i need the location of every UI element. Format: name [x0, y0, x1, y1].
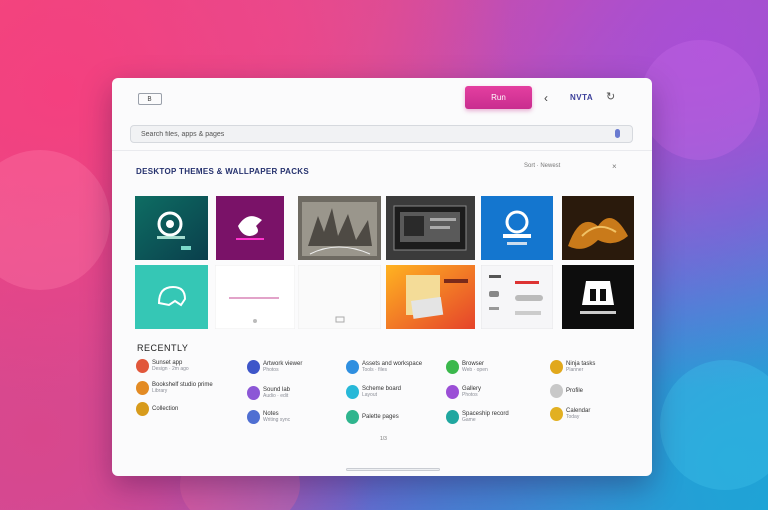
divider	[112, 150, 652, 151]
blue-logo-icon	[481, 196, 553, 260]
recent-item-subtitle: Web · open	[462, 366, 488, 373]
theme-tile-9[interactable]	[298, 265, 381, 329]
recent-item-subtitle: Library	[152, 387, 168, 394]
theme-tile-12[interactable]	[562, 265, 634, 329]
app-icon	[550, 407, 563, 421]
app-icon	[346, 410, 359, 424]
app-icon	[550, 360, 563, 374]
teal-logo-icon	[135, 196, 208, 260]
app-icon	[550, 384, 563, 398]
search-input[interactable]	[141, 130, 581, 138]
mint-elephant-icon	[135, 265, 208, 329]
theme-tile-5[interactable]	[481, 196, 553, 260]
app-icon	[136, 381, 149, 395]
app-icon	[247, 360, 260, 374]
app-icon	[446, 360, 459, 374]
recent-item-subtitle: Tools · files	[362, 366, 388, 373]
sketch-city-icon	[298, 196, 381, 260]
app-icon	[446, 410, 459, 424]
recent-item[interactable]: Spaceship record Game	[446, 410, 509, 424]
account-label[interactable]: NVTA	[570, 93, 593, 102]
theme-tile-7[interactable]	[135, 265, 208, 329]
recent-item[interactable]: Profile	[550, 384, 583, 398]
recent-item-subtitle: Audio · edit	[263, 392, 289, 399]
magenta-bird-icon	[216, 196, 284, 260]
theme-tile-10[interactable]	[386, 265, 475, 329]
recent-item-subtitle: Photos	[263, 366, 279, 373]
theme-tile-2[interactable]	[216, 196, 284, 260]
app-icon	[247, 386, 260, 400]
recent-item[interactable]: Collection	[136, 402, 178, 416]
theme-tile-8[interactable]	[215, 265, 295, 329]
recent-section-title: RECENTLY	[137, 343, 189, 353]
theme-tile-1[interactable]	[135, 196, 208, 260]
machine-photo-icon	[386, 196, 475, 260]
sort-dropdown[interactable]: Sort · Newest	[524, 163, 560, 169]
refresh-icon[interactable]: ↻	[606, 90, 615, 103]
app-icon	[136, 402, 149, 416]
primary-action-button[interactable]: Run	[465, 86, 532, 109]
theme-tile-11[interactable]	[481, 265, 553, 329]
orange-gradient-icon	[386, 265, 475, 329]
recent-item[interactable]: Notes Writing sync	[247, 410, 290, 424]
app-window: B Run ‹ NVTA ↻ DESKTOP THEMES & WALLPAPE…	[112, 78, 652, 476]
golden-dragon-icon	[562, 196, 634, 260]
recent-item[interactable]: Bookshelf studio prime Library	[136, 381, 213, 395]
recent-item[interactable]: Sound lab Audio · edit	[247, 386, 290, 400]
top-bar: B Run ‹ NVTA ↻	[112, 78, 652, 122]
blank-theme-icon	[215, 265, 295, 329]
recent-item-subtitle: Today	[566, 413, 580, 420]
section-title: DESKTOP THEMES & WALLPAPER PACKS	[136, 167, 310, 176]
theme-tile-3[interactable]	[298, 196, 381, 260]
horizontal-scrollbar[interactable]	[346, 468, 440, 471]
recent-item[interactable]: Palette pages	[346, 410, 399, 424]
recent-item[interactable]: Sunset app Design · 2m ago	[136, 359, 189, 373]
recent-item[interactable]: Browser Web · open	[446, 360, 488, 374]
recent-item[interactable]: Calendar Today	[550, 407, 590, 421]
recent-item-subtitle: Game	[462, 416, 476, 423]
recent-item-subtitle: Design · 2m ago	[152, 365, 189, 372]
recent-item[interactable]: Scheme board Layout	[346, 385, 401, 399]
recent-item-subtitle: Photos	[462, 391, 478, 398]
recent-item-title: Palette pages	[362, 413, 399, 420]
recent-item[interactable]: Artwork viewer Photos	[247, 360, 302, 374]
app-logo[interactable]: B	[138, 93, 162, 105]
app-icon	[346, 360, 359, 374]
page-indicator[interactable]: 1/3	[380, 436, 387, 442]
recent-item-subtitle: Planner	[566, 366, 584, 373]
empty-slot-icon	[298, 265, 381, 329]
theme-tile-4[interactable]	[386, 196, 475, 260]
theme-tile-6[interactable]	[562, 196, 634, 260]
recent-item[interactable]: Gallery Photos	[446, 385, 481, 399]
recent-item[interactable]: Assets and workspace Tools · files	[346, 360, 422, 374]
app-icon	[136, 359, 149, 373]
recent-item[interactable]: Ninja tasks Planner	[550, 360, 595, 374]
microphone-icon[interactable]	[615, 129, 620, 138]
chevron-left-icon[interactable]: ‹	[544, 91, 548, 105]
settings-panel-icon	[481, 265, 553, 329]
app-icon	[346, 385, 359, 399]
app-icon	[247, 410, 260, 424]
ninja-mask-icon	[562, 265, 634, 329]
recent-item-title: Collection	[152, 405, 179, 412]
close-icon[interactable]: ×	[612, 162, 617, 171]
app-icon	[446, 385, 459, 399]
recent-item-subtitle: Writing sync	[263, 416, 291, 423]
search-bar[interactable]	[130, 125, 633, 143]
recent-item-title: Profile	[566, 387, 584, 394]
recent-item-subtitle: Layout	[362, 391, 378, 398]
